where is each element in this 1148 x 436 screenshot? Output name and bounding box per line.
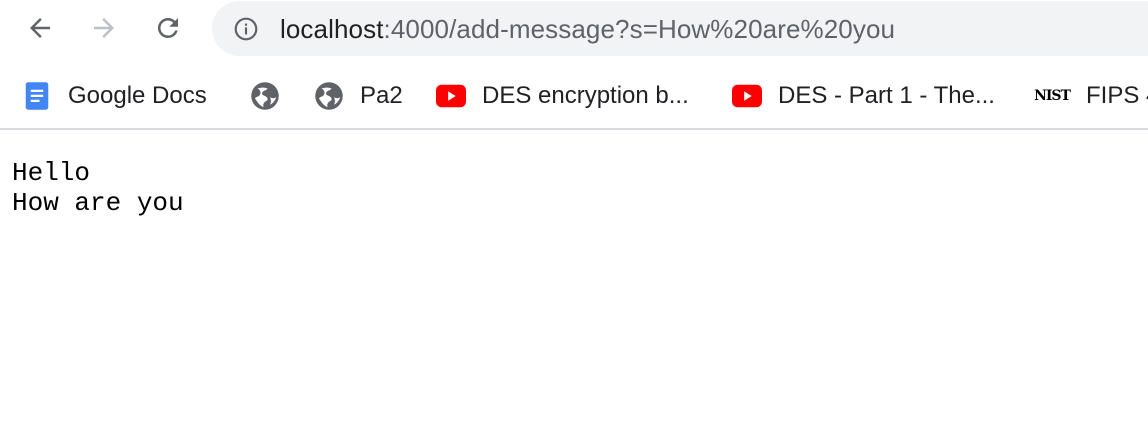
bookmark-label: DES encryption b...	[482, 82, 689, 109]
reload-button[interactable]	[150, 10, 186, 46]
google-docs-icon	[22, 81, 52, 111]
message-line: How are you	[12, 188, 184, 218]
bookmark-fips[interactable]: NIST FIPS 4	[1034, 78, 1148, 114]
bookmark-label: Pa2	[360, 82, 403, 109]
bookmark-des-encryption[interactable]: DES encryption b...	[436, 78, 689, 114]
reload-icon	[157, 17, 178, 38]
url-host: localhost	[280, 14, 384, 44]
toolbar-divider	[0, 128, 1148, 130]
globe-icon	[314, 81, 344, 111]
bookmark-label: FIPS 4	[1086, 82, 1148, 109]
globe-icon	[250, 81, 280, 111]
bookmarks-bar: Google Docs Pa2 DES encryption b... DES …	[0, 66, 1148, 128]
info-icon[interactable]	[232, 15, 260, 43]
bookmark-des-part-1[interactable]: DES - Part 1 - The...	[732, 78, 995, 114]
forward-button[interactable]	[86, 10, 122, 46]
youtube-icon	[732, 81, 762, 111]
url-path: :4000/add-message?s=How%20are%20you	[383, 14, 896, 44]
arrow-left-icon	[30, 18, 50, 38]
browser-toolbar: localhost:4000/add-message?s=How%20are%2…	[0, 0, 1148, 60]
page-content: Hello How are you	[12, 158, 184, 218]
nist-icon: NIST	[1034, 88, 1071, 104]
address-bar[interactable]: localhost:4000/add-message?s=How%20are%2…	[212, 1, 1148, 56]
bookmark-globe[interactable]	[250, 78, 296, 114]
bookmark-label: DES - Part 1 - The...	[778, 82, 995, 109]
message-line: Hello	[12, 158, 91, 188]
arrow-right-icon	[94, 18, 114, 38]
bookmark-pa2[interactable]: Pa2	[314, 78, 403, 114]
bookmark-google-docs[interactable]: Google Docs	[22, 78, 207, 114]
back-button[interactable]	[22, 10, 58, 46]
bookmark-label: Google Docs	[68, 82, 207, 109]
youtube-icon	[436, 81, 466, 111]
url-text[interactable]: localhost:4000/add-message?s=How%20are%2…	[280, 13, 895, 45]
